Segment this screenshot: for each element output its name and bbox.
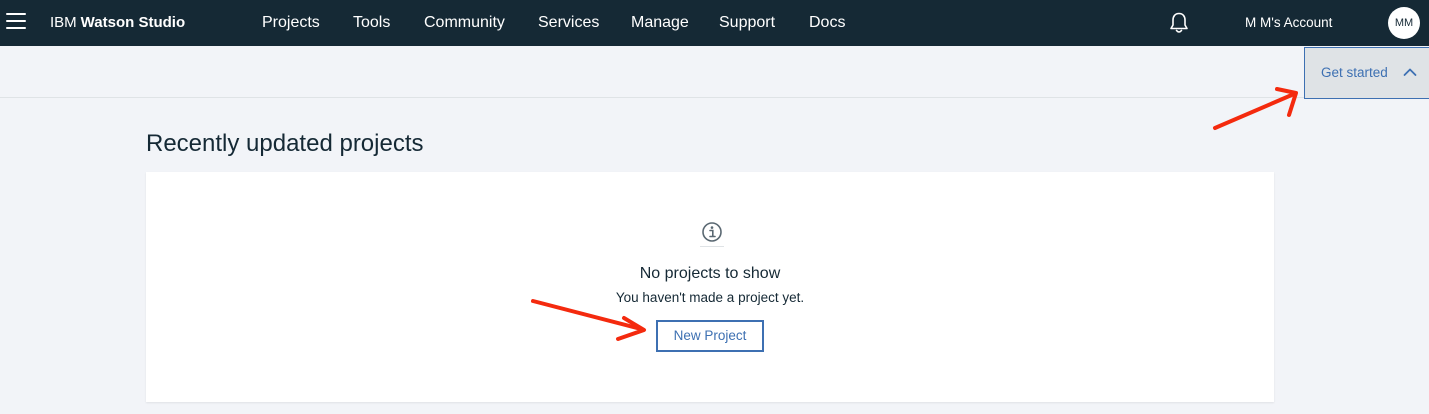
account-switcher[interactable]: M M's Account: [1245, 13, 1332, 33]
info-icon: [700, 222, 724, 247]
nav-tools[interactable]: Tools: [353, 12, 390, 34]
brand-prefix: IBM: [50, 14, 77, 31]
nav-docs[interactable]: Docs: [809, 12, 845, 34]
brand-name: Watson Studio: [80, 14, 186, 31]
sub-header-bar: [0, 46, 1429, 98]
empty-projects-card: No projects to show You haven't made a p…: [146, 172, 1274, 402]
nav-manage[interactable]: Manage: [631, 12, 689, 34]
get-started-button[interactable]: Get started: [1304, 47, 1429, 99]
hamburger-menu-icon[interactable]: [6, 13, 26, 31]
nav-projects[interactable]: Projects: [262, 12, 320, 34]
page-title: Recently updated projects: [146, 130, 424, 157]
get-started-label: Get started: [1321, 65, 1388, 80]
empty-state-title: No projects to show: [639, 265, 781, 282]
top-nav-bar: IBM Watson Studio Projects Tools Communit…: [0, 0, 1429, 46]
empty-state-subtitle: You haven't made a project yet.: [615, 290, 805, 305]
new-project-button[interactable]: New Project: [656, 320, 764, 352]
nav-community[interactable]: Community: [424, 12, 505, 34]
chevron-up-icon: [1403, 68, 1417, 76]
nav-services[interactable]: Services: [538, 12, 599, 34]
brand-logo[interactable]: IBM Watson Studio: [50, 13, 185, 33]
avatar[interactable]: MM: [1388, 7, 1420, 39]
nav-support[interactable]: Support: [719, 12, 775, 34]
bell-icon[interactable]: [1168, 11, 1190, 35]
